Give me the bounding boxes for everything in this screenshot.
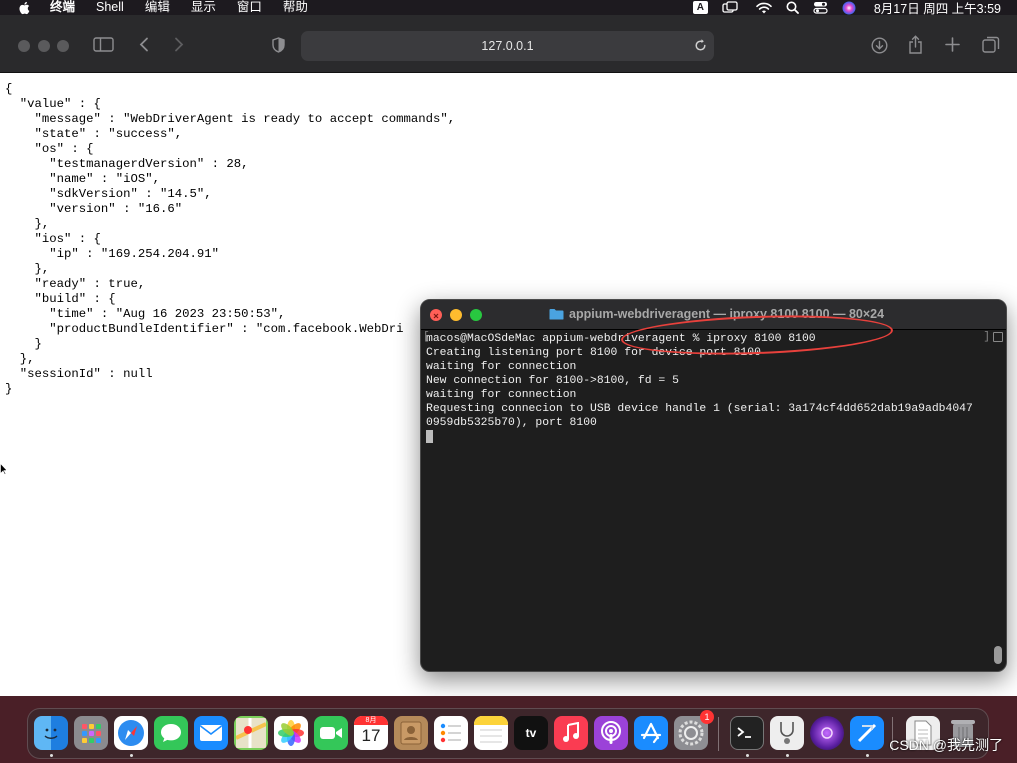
address-bar[interactable]: 127.0.0.1 (301, 31, 714, 61)
finder-icon[interactable] (34, 716, 68, 750)
dock-separator (718, 717, 719, 751)
maps-icon[interactable] (234, 716, 268, 750)
menu-edit[interactable]: 编辑 (145, 0, 170, 15)
messages-icon[interactable] (154, 716, 188, 750)
terminal-icon[interactable] (730, 716, 764, 750)
watermark-text: CSDN @我先测了 (889, 737, 1003, 753)
terminal-right-bracket: ] (983, 331, 990, 343)
terminal-close-button[interactable] (430, 309, 442, 321)
terminal-line: Requesting connecion to USB device handl… (426, 403, 973, 415)
mouse-pointer-icon (0, 462, 8, 475)
podcasts-icon[interactable] (594, 716, 628, 750)
minimize-button[interactable] (38, 40, 50, 52)
menu-help[interactable]: 帮助 (283, 0, 308, 15)
sidebar-icon[interactable] (93, 37, 114, 52)
control-center-icon[interactable] (813, 1, 828, 14)
url-text: 127.0.0.1 (481, 39, 534, 53)
terminal-window[interactable]: appium-webdriveragent — iproxy 8100 8100… (420, 299, 1007, 672)
scroll-thumb[interactable] (994, 646, 1002, 664)
terminal-minimize-button[interactable] (450, 309, 462, 321)
privacy-shield-icon[interactable] (272, 37, 285, 53)
running-indicator (130, 754, 133, 757)
app-menu[interactable]: 终端 (50, 0, 75, 15)
reminders-icon[interactable] (434, 716, 468, 750)
forward-icon[interactable] (174, 37, 184, 52)
browser-toolbar: 127.0.0.1 (0, 15, 1017, 73)
terminal-scrollbar[interactable] (993, 332, 1003, 668)
running-indicator (50, 754, 53, 757)
new-tab-icon[interactable] (945, 37, 960, 52)
update-badge: 1 (700, 710, 714, 724)
launchpad-icon[interactable] (74, 716, 108, 750)
nova-app-icon[interactable] (810, 716, 844, 750)
downloads-icon[interactable] (871, 37, 888, 54)
running-indicator (866, 754, 869, 757)
close-button[interactable] (18, 40, 30, 52)
scroll-split-icon[interactable] (993, 332, 1003, 342)
system-preferences-icon[interactable]: 1 (674, 710, 714, 750)
running-indicator (786, 754, 789, 757)
share-icon[interactable] (908, 35, 923, 54)
terminal-line: waiting for connection (426, 389, 577, 401)
dock: 8月 17 tv 1 (27, 708, 989, 759)
tab-overview-icon[interactable] (982, 36, 1000, 53)
photos-icon[interactable] (274, 716, 308, 750)
reload-icon[interactable] (694, 39, 707, 55)
folder-icon (549, 309, 564, 320)
menu-view[interactable]: 显示 (191, 0, 216, 15)
terminal-zoom-button[interactable] (470, 309, 482, 321)
contacts-icon[interactable] (394, 716, 428, 750)
running-indicator (746, 754, 749, 757)
menu-shell[interactable]: Shell (96, 0, 124, 15)
music-icon[interactable] (554, 716, 588, 750)
tv-label: tv (525, 726, 537, 740)
notes-icon[interactable] (474, 716, 508, 750)
safari-icon[interactable] (114, 716, 148, 750)
back-icon[interactable] (139, 37, 149, 52)
json-response-text: { "value" : { "message" : "WebDriverAgen… (5, 82, 456, 396)
apple-tv-icon[interactable]: tv (514, 716, 548, 750)
menu-bar: 终端 Shell 编辑 显示 窗口 帮助 A 8月17日 周四 上午3:59 (0, 0, 1017, 16)
menu-window[interactable]: 窗口 (237, 0, 262, 15)
terminal-cursor (426, 430, 433, 443)
mail-icon[interactable] (194, 716, 228, 750)
input-method-icon[interactable]: A (692, 1, 708, 14)
wifi-icon[interactable] (756, 2, 772, 14)
calendar-icon[interactable]: 8月 17 (354, 716, 388, 750)
siri-icon[interactable] (842, 1, 856, 15)
xcode-icon[interactable] (850, 716, 884, 750)
terminal-line: waiting for connection (426, 361, 577, 373)
window-overlap-icon[interactable] (722, 1, 738, 14)
calendar-month: 8月 (354, 716, 388, 725)
facetime-icon[interactable] (314, 716, 348, 750)
apple-menu-icon[interactable] (18, 1, 32, 15)
search-icon[interactable] (786, 1, 799, 14)
system-information-icon[interactable] (770, 716, 804, 750)
app-store-icon[interactable] (634, 716, 668, 750)
terminal-line: New connection for 8100->8100, fd = 5 (426, 375, 679, 387)
zoom-button[interactable] (57, 40, 69, 52)
terminal-line: 0959db5325b70), port 8100 (426, 417, 597, 429)
calendar-day: 17 (361, 726, 381, 745)
